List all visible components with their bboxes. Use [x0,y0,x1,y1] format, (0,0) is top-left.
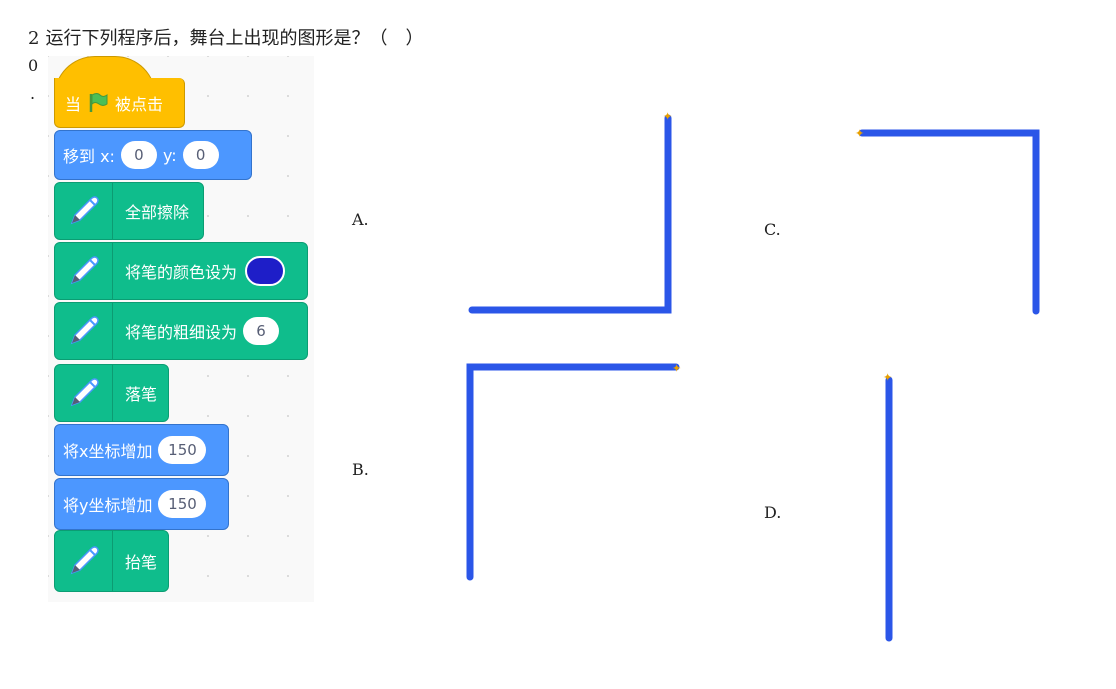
option-a-sprite-icon: ✦ [663,110,672,123]
svg-text:✦: ✦ [663,110,672,123]
option-b-shape[interactable] [466,363,680,581]
option-a-shape[interactable] [468,114,672,314]
option-c-shape[interactable] [858,129,1040,315]
option-b-sprite-icon: ✦ [672,362,681,375]
answer-shapes: ✦ ✦ ✦ ✦ [466,110,1040,642]
svg-text:✦: ✦ [883,371,892,384]
option-c-sprite-icon: ✦ [855,127,864,140]
svg-text:✦: ✦ [855,127,864,140]
svg-text:✦: ✦ [672,362,681,375]
option-d-sprite-icon: ✦ [883,371,892,384]
